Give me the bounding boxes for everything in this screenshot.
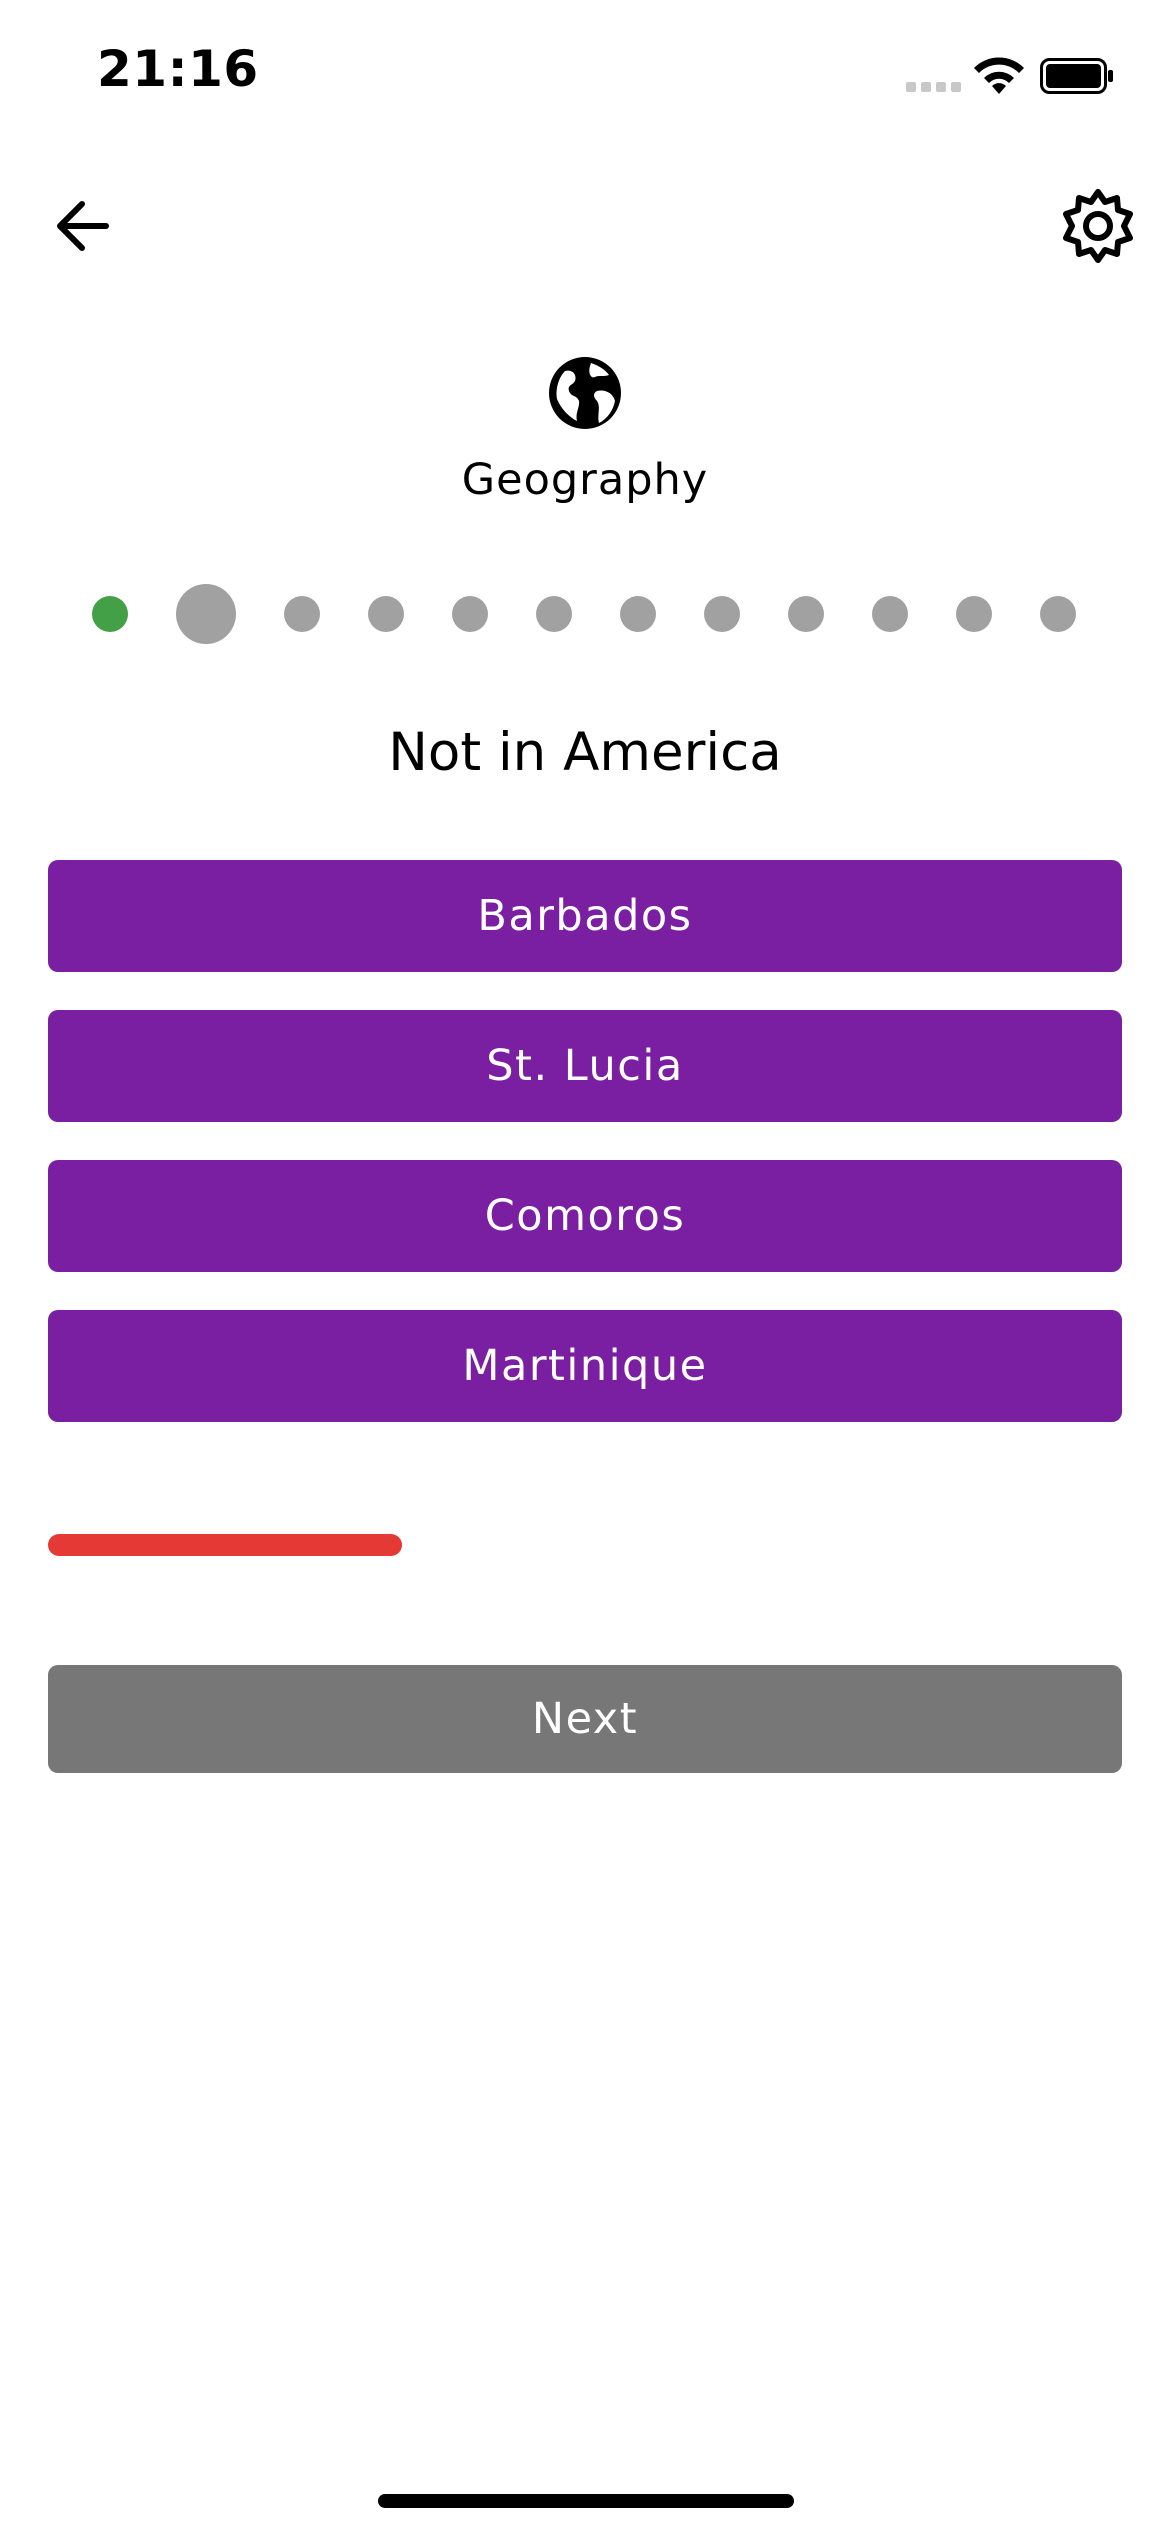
answer-button[interactable]: Martinique [48,1310,1122,1422]
progress-dot-pending [452,596,488,632]
answer-button[interactable]: Barbados [48,860,1122,972]
answer-button[interactable]: Comoros [48,1160,1122,1272]
category-title: Geography [461,455,709,505]
settings-button[interactable] [1058,186,1138,266]
progress-dot-pending [368,596,404,632]
timer-bar [48,1534,1122,1556]
progress-dot-pending [620,596,656,632]
gear-icon [1063,189,1133,263]
question-progress-dots [0,0,1170,700]
next-button[interactable]: Next [48,1665,1122,1773]
battery-icon [1040,58,1113,94]
signal-icon [906,80,962,92]
home-indicator [378,2494,794,2508]
progress-dot-pending [284,596,320,632]
back-button[interactable] [50,190,122,262]
progress-dot-pending [956,596,992,632]
progress-dot-pending [704,596,740,632]
progress-dot-pending [536,596,572,632]
question-text: Not in America [388,722,782,783]
globe-icon [549,357,621,429]
answer-button[interactable]: St. Lucia [48,1010,1122,1122]
progress-dot-pending [872,596,908,632]
progress-dot-pending [1040,596,1076,632]
progress-dot-pending [788,596,824,632]
status-time: 21:16 [97,40,259,98]
progress-dot-current [176,584,236,644]
progress-dot-correct [92,596,128,632]
arrow-left-icon [57,201,109,251]
timer-bar-fill [48,1534,403,1556]
wifi-icon [974,57,1024,94]
